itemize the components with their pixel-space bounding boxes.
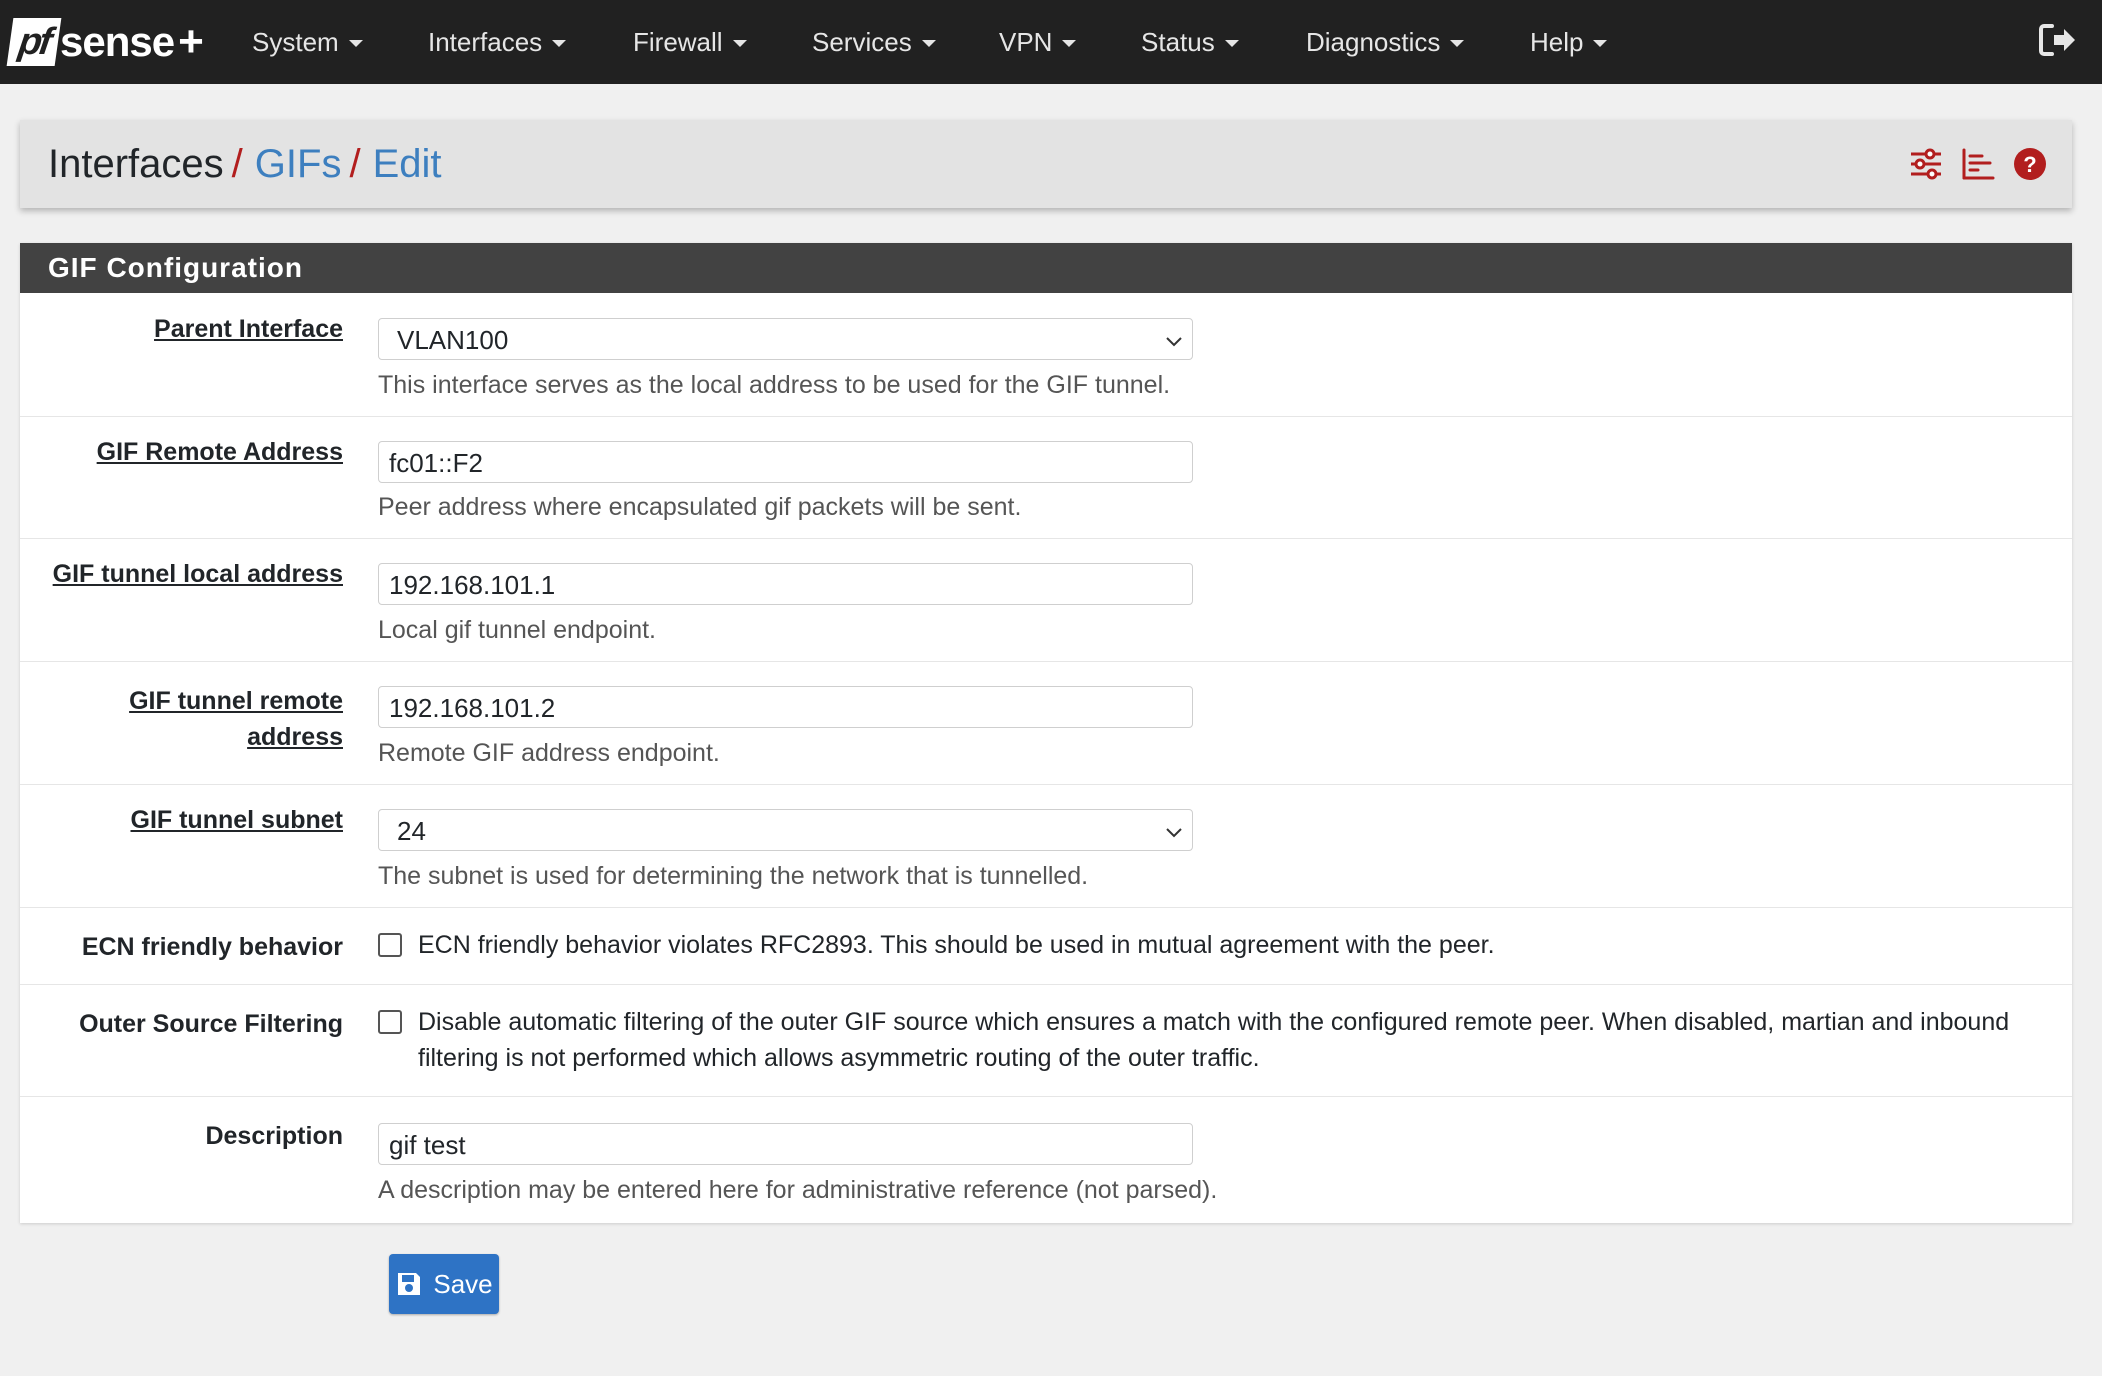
parent-interface-value: VLAN100 [397, 325, 509, 355]
form-row-description: Description gif test A description may b… [20, 1096, 2072, 1223]
svg-text:?: ? [2023, 152, 2036, 177]
breadcrumb-interfaces: Interfaces [48, 141, 224, 186]
breadcrumb-actions: ? [1908, 142, 2048, 186]
nav-menu-interfaces[interactable]: Interfaces [428, 0, 567, 84]
sliders-icon[interactable] [1908, 146, 1944, 182]
tunnel-remote-help: Remote GIF address endpoint. [378, 739, 720, 767]
ecn-label: ECN friendly behavior [81, 933, 343, 961]
save-button-label: Save [433, 1268, 493, 1299]
breadcrumb-separator: / [231, 141, 243, 186]
nav-menu-help[interactable]: Help [1530, 0, 1608, 84]
parent-interface-label[interactable]: Parent Interface [23, 315, 343, 344]
breadcrumb-gifs-link[interactable]: GIFs [255, 142, 342, 187]
caret-down-icon [921, 40, 936, 47]
description-help: A description may be entered here for ad… [378, 1176, 1218, 1204]
logo-plus: + [178, 17, 204, 66]
form-row-outer-filter: Outer Source Filtering Disable automatic… [20, 984, 2072, 1097]
outer-filter-checkbox[interactable] [378, 1010, 402, 1034]
caret-down-icon [1062, 40, 1077, 47]
tunnel-remote-label-line2: address [247, 723, 343, 751]
form-row-tunnel-remote: GIF tunnel remote address 192.168.101.2 … [20, 661, 2072, 785]
nav-menu-label: VPN [999, 26, 1053, 57]
outer-filter-checkbox-row: Disable automatic filtering of the outer… [378, 1004, 2078, 1076]
form-row-remote-address: GIF Remote Address fc01::F2 Peer address… [20, 416, 2072, 539]
nav-menu-label: Help [1530, 26, 1584, 57]
nav-menu-label: Diagnostics [1306, 26, 1441, 57]
breadcrumb-separator: / [349, 141, 361, 186]
remote-address-input[interactable]: fc01::F2 [378, 441, 1193, 483]
tunnel-subnet-label[interactable]: GIF tunnel subnet [23, 806, 344, 835]
breadcrumb: Interfaces / GIFs / Edit [48, 120, 442, 208]
chevron-down-icon [1166, 337, 1182, 347]
parent-interface-select[interactable]: VLAN100 [378, 318, 1193, 360]
caret-down-icon [1224, 40, 1239, 47]
description-input[interactable]: gif test [378, 1123, 1193, 1165]
nav-menu-label: Status [1141, 26, 1215, 57]
caret-down-icon [1593, 40, 1608, 47]
outer-filter-label: Outer Source Filtering [79, 1010, 343, 1038]
ecn-checkbox-text: ECN friendly behavior violates RFC2893. … [418, 931, 1495, 959]
caret-down-icon [1450, 40, 1465, 47]
breadcrumb-bar: Interfaces / GIFs / Edit ? [20, 120, 2072, 208]
help-icon[interactable]: ? [2012, 146, 2048, 182]
form-row-parent-interface: Parent Interface VLAN100 This interface … [20, 293, 2072, 417]
outer-filter-checkbox-text: Disable automatic filtering of the outer… [418, 1008, 2010, 1072]
chevron-down-icon [1166, 828, 1182, 838]
form-row-tunnel-subnet: GIF tunnel subnet 24 The subnet is used … [20, 784, 2072, 908]
nav-menu-system[interactable]: System [252, 0, 363, 84]
nav-menu-label: Services [812, 26, 912, 57]
breadcrumb-edit-link[interactable]: Edit [373, 142, 442, 187]
nav-menu-label: Interfaces [428, 26, 543, 57]
tunnel-subnet-help: The subnet is used for determining the n… [378, 862, 1089, 890]
nav-menu-diagnostics[interactable]: Diagnostics [1306, 0, 1465, 84]
tunnel-subnet-select[interactable]: 24 [378, 809, 1193, 851]
remote-address-label[interactable]: GIF Remote Address [23, 438, 343, 467]
save-icon [398, 1273, 421, 1295]
gif-configuration-panel: GIF Configuration Parent Interface VLAN1… [20, 243, 2072, 1223]
remote-address-help: Peer address where encapsulated gif pack… [378, 493, 1022, 521]
caret-down-icon [552, 40, 567, 47]
nav-menu-vpn[interactable]: VPN [999, 0, 1077, 84]
parent-interface-help: This interface serves as the local addre… [378, 371, 1171, 399]
save-button[interactable]: Save [389, 1254, 499, 1314]
top-navbar: pf sense + System Interfaces Firewall Se… [0, 0, 2102, 84]
form-row-ecn: ECN friendly behavior ECN friendly behav… [20, 907, 2072, 985]
tunnel-remote-label[interactable]: GIF tunnel remote address [23, 683, 343, 755]
tunnel-local-label[interactable]: GIF tunnel local address [13, 560, 343, 589]
panel-title: GIF Configuration [20, 243, 2072, 293]
chart-icon[interactable] [1960, 146, 1996, 182]
tunnel-local-help: Local gif tunnel endpoint. [378, 616, 656, 644]
tunnel-subnet-value: 24 [397, 816, 426, 846]
caret-down-icon [348, 40, 363, 47]
tunnel-remote-input[interactable]: 192.168.101.2 [378, 686, 1193, 728]
nav-menu-services[interactable]: Services [812, 0, 936, 84]
tunnel-local-input[interactable]: 192.168.101.1 [378, 563, 1193, 605]
nav-menu-label: System [252, 26, 339, 57]
sign-out-icon[interactable] [2036, 18, 2080, 62]
tunnel-remote-label-line1: GIF tunnel remote [129, 687, 343, 715]
ecn-checkbox[interactable] [378, 933, 402, 957]
nav-menu-firewall[interactable]: Firewall [633, 0, 747, 84]
nav-menu-label: Firewall [633, 26, 723, 57]
nav-menu-status[interactable]: Status [1141, 0, 1239, 84]
ecn-checkbox-row: ECN friendly behavior violates RFC2893. … [378, 927, 2078, 963]
pfsense-logo[interactable]: pf sense + [6, 12, 204, 72]
logo-pf: pf [6, 18, 62, 66]
description-label: Description [205, 1122, 343, 1150]
caret-down-icon [732, 40, 747, 47]
logo-sense: sense [60, 18, 175, 65]
form-row-tunnel-local: GIF tunnel local address 192.168.101.1 L… [20, 538, 2072, 662]
